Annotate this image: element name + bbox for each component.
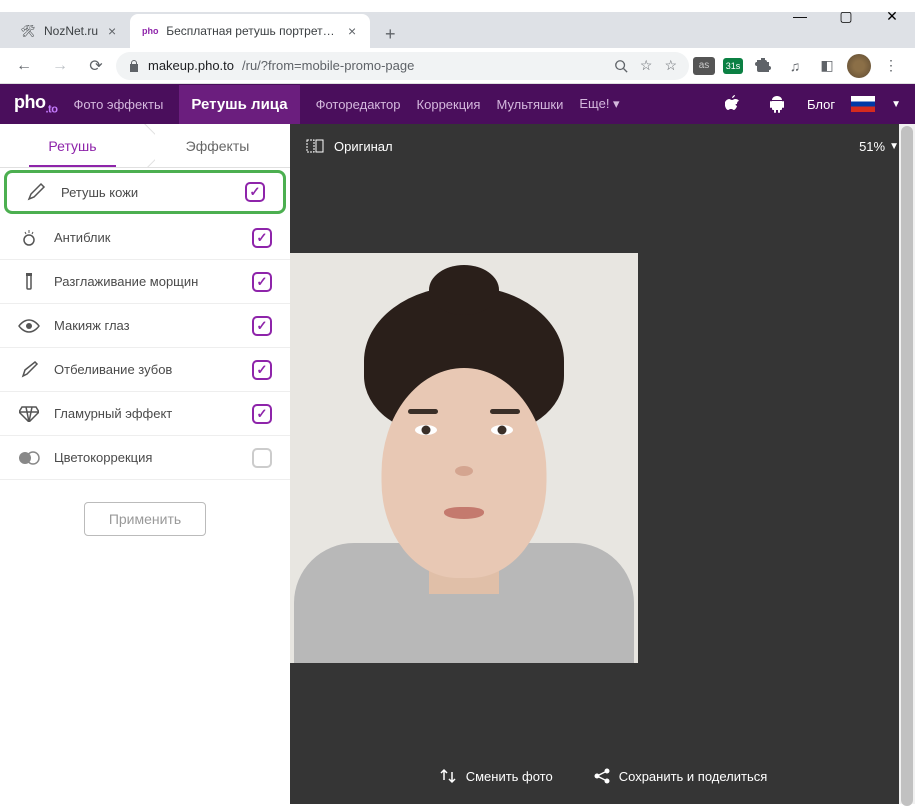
photo-icon: pho xyxy=(142,23,158,39)
window-controls: ― ▢ ✕ xyxy=(777,0,915,32)
zoom-control[interactable]: 51% ▼ xyxy=(859,139,899,154)
diamond-icon xyxy=(18,403,40,425)
nav-face-retouch[interactable]: Ретушь лица xyxy=(179,85,299,124)
checkbox-icon[interactable]: ✓ xyxy=(252,272,272,292)
canvas-area: Оригинал 51% ▼ Сменить фото xyxy=(290,124,915,804)
search-icon[interactable] xyxy=(614,59,628,73)
save-share-button[interactable]: Сохранить и поделиться xyxy=(593,767,768,785)
address-bar[interactable]: makeup.pho.to/ru/?from=mobile-promo-page… xyxy=(116,52,689,80)
apple-icon[interactable] xyxy=(719,95,747,113)
lock-icon xyxy=(128,59,140,73)
ext-square-icon[interactable]: ◧ xyxy=(815,54,839,78)
scrollbar[interactable] xyxy=(899,124,915,804)
retouch-item-eyes[interactable]: Макияж глаз ✓ xyxy=(0,304,290,348)
share-icon[interactable]: ☆ xyxy=(640,57,653,74)
retouch-label: Отбеливание зубов xyxy=(54,362,238,377)
retouch-item-teeth[interactable]: Отбеливание зубов ✓ xyxy=(0,348,290,392)
nav-correction[interactable]: Коррекция xyxy=(417,97,481,112)
extensions-icon[interactable] xyxy=(751,54,775,78)
nav-more[interactable]: Еще! ▾ xyxy=(579,96,619,112)
sidebar-tab-retouch[interactable]: Ретушь xyxy=(0,124,145,167)
nav-cartoons[interactable]: Мультяшки xyxy=(496,97,563,112)
tab-close-icon[interactable]: × xyxy=(106,23,118,39)
retouch-item-wrinkles[interactable]: Разглаживание морщин ✓ xyxy=(0,260,290,304)
tab-title: Бесплатная ретушь портретных xyxy=(166,24,338,38)
minimize-button[interactable]: ― xyxy=(777,0,823,32)
retouch-list: Ретушь кожи ✓ Антиблик ✓ Разглаживание м… xyxy=(0,168,290,480)
language-flag[interactable] xyxy=(851,96,875,112)
checkbox-icon[interactable]: ✓ xyxy=(252,316,272,336)
retouch-item-skin[interactable]: Ретушь кожи ✓ xyxy=(4,170,286,214)
retouch-label: Разглаживание морщин xyxy=(54,274,238,289)
sidebar-tab-effects[interactable]: Эффекты xyxy=(145,124,290,167)
swap-icon xyxy=(438,767,458,785)
maximize-button[interactable]: ▢ xyxy=(823,0,869,32)
back-button[interactable]: ← xyxy=(8,50,40,82)
music-icon[interactable]: ♫ xyxy=(783,54,807,78)
original-label: Оригинал xyxy=(334,139,393,154)
retouch-item-shine[interactable]: Антиблик ✓ xyxy=(0,216,290,260)
nav-blog[interactable]: Блог xyxy=(807,97,835,112)
apply-button[interactable]: Применить xyxy=(84,502,206,536)
nav-photo-editor[interactable]: Фоторедактор xyxy=(316,97,401,112)
url-host: makeup.pho.to xyxy=(148,58,234,73)
sidebar: Ретушь Эффекты Ретушь кожи ✓ Антиблик ✓ … xyxy=(0,124,290,804)
share-icon xyxy=(593,767,611,785)
android-icon[interactable] xyxy=(763,95,791,113)
retouch-item-glamour[interactable]: Гламурный эффект ✓ xyxy=(0,392,290,436)
ext-badge[interactable]: 31s xyxy=(723,58,743,74)
eye-icon xyxy=(18,315,40,337)
change-photo-button[interactable]: Сменить фото xyxy=(438,767,553,785)
shine-icon xyxy=(18,227,40,249)
menu-icon[interactable]: ⋮ xyxy=(879,54,903,78)
retouch-label: Ретушь кожи xyxy=(61,185,231,200)
retouch-label: Цветокоррекция xyxy=(54,450,238,465)
nav-photo-effects[interactable]: Фото эффекты xyxy=(73,97,163,112)
circles-icon xyxy=(18,447,40,469)
chevron-down-icon: ▼ xyxy=(889,141,899,152)
canvas-viewport[interactable] xyxy=(290,168,915,748)
chevron-down-icon[interactable]: ▼ xyxy=(891,99,901,110)
retouch-label: Гламурный эффект xyxy=(54,406,238,421)
retouch-item-color[interactable]: Цветокоррекция ✓ xyxy=(0,436,290,480)
close-button[interactable]: ✕ xyxy=(869,0,915,32)
checkbox-icon[interactable]: ✓ xyxy=(245,182,265,202)
forward-button[interactable]: → xyxy=(44,50,76,82)
address-row: ← → ⟳ makeup.pho.to/ru/?from=mobile-prom… xyxy=(0,48,915,84)
retouch-label: Макияж глаз xyxy=(54,318,238,333)
retouch-label: Антиблик xyxy=(54,230,238,245)
extensions: as 31s ♫ ◧ ⋮ xyxy=(693,54,907,78)
checkbox-icon[interactable]: ✓ xyxy=(252,448,272,468)
tab-title: NozNet.ru xyxy=(44,24,98,38)
browser-tab[interactable]: 🛠 NozNet.ru × xyxy=(8,14,130,48)
site-nav: pho.to Фото эффекты Ретушь лица Фотореда… xyxy=(0,84,915,124)
profile-avatar[interactable] xyxy=(847,54,871,78)
checkbox-icon[interactable]: ✓ xyxy=(252,404,272,424)
compare-icon[interactable] xyxy=(306,137,324,155)
photo-preview xyxy=(290,253,638,663)
browser-tab[interactable]: pho Бесплатная ретушь портретных × xyxy=(130,14,370,48)
new-tab-button[interactable]: + xyxy=(376,20,404,48)
tooth-icon xyxy=(18,359,40,381)
url-path: /ru/?from=mobile-promo-page xyxy=(242,58,414,73)
reload-button[interactable]: ⟳ xyxy=(80,50,112,82)
ext-icon[interactable]: as xyxy=(693,57,715,75)
brush-icon xyxy=(25,181,47,203)
checkbox-icon[interactable]: ✓ xyxy=(252,228,272,248)
site-logo[interactable]: pho.to xyxy=(14,92,57,116)
star-icon[interactable]: ☆ xyxy=(664,57,677,74)
tube-icon xyxy=(18,271,40,293)
checkbox-icon[interactable]: ✓ xyxy=(252,360,272,380)
tab-close-icon[interactable]: × xyxy=(346,23,358,39)
wrench-icon: 🛠 xyxy=(20,23,36,39)
zoom-value: 51% xyxy=(859,139,885,154)
